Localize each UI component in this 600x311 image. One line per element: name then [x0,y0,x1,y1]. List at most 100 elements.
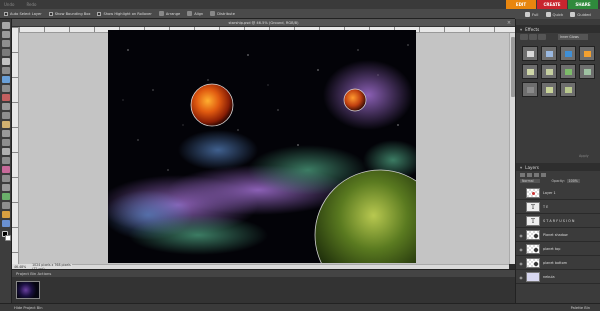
magic-wand-tool-icon[interactable] [2,76,10,83]
visibility-eye-icon[interactable] [518,201,524,214]
project-bin-header[interactable]: Project Bin Actions [12,269,515,277]
document-image[interactable] [108,30,416,263]
blur-tool-icon[interactable] [2,184,10,191]
lasso-tool-icon[interactable] [2,67,10,74]
opacity-field[interactable]: 100% [566,178,580,183]
quick-icon [545,11,551,17]
effect-swatch[interactable] [541,46,557,61]
layer-row[interactable]: ◉ nebula [516,271,600,284]
effects-category-select[interactable]: Inner Glows [558,34,588,40]
tab-create[interactable]: CREATE [537,0,567,9]
crop-tool-icon[interactable] [2,202,10,209]
clone-tool-icon[interactable] [2,112,10,119]
layer-styles-tab-icon[interactable] [529,34,537,40]
visibility-eye-icon[interactable]: ◉ [518,229,524,242]
effect-swatch[interactable] [522,82,538,97]
layer-row[interactable]: T T E [516,201,600,214]
marquee-tool-icon[interactable] [2,58,10,65]
checkbox-icon[interactable] [4,11,8,16]
sponge-tool-icon[interactable] [2,193,10,200]
adjustment-layer-icon[interactable] [534,172,539,177]
collapse-arrow-icon[interactable]: ▾ [520,27,522,32]
recompose-tool-icon[interactable] [2,211,10,218]
layer-toolbar [520,172,546,177]
align-button[interactable]: Align [187,11,203,16]
bounding-box-option[interactable]: Show Bounding Box [48,11,90,16]
move-tool-icon[interactable] [2,22,10,29]
distribute-button[interactable]: Distribute [210,11,235,16]
new-layer-icon[interactable] [520,172,525,177]
space-scene-image [108,30,416,263]
visibility-eye-icon[interactable]: ◉ [518,271,524,284]
guided-edit-button[interactable]: Guided [570,11,591,17]
eyedropper-tool-icon[interactable] [2,49,10,56]
effect-swatch[interactable] [560,64,576,79]
quick-edit-button[interactable]: Quick [545,11,563,17]
filters-tab-icon[interactable] [520,34,528,40]
effect-swatch[interactable] [560,82,576,97]
workspace-buttons: Full Quick Guided [515,9,600,19]
hide-project-bin-button[interactable]: Hide Project Bin [14,306,43,310]
effects-panel-header[interactable]: ▾ Effects [516,25,600,33]
layers-panel-header[interactable]: ▾ Layers [516,163,600,171]
ruler-vertical [12,27,19,264]
layer-dot-icon [534,262,538,266]
layer-thumbnail [526,272,540,282]
photo-effects-tab-icon[interactable] [538,34,546,40]
smart-brush-tool-icon[interactable] [2,139,10,146]
undo-button[interactable]: Undo [4,2,14,7]
checkbox-icon[interactable] [97,11,102,16]
zoom-tool-icon[interactable] [2,31,10,38]
effect-swatch[interactable] [522,64,538,79]
pencil-tool-icon[interactable] [2,148,10,155]
text-layer-icon: T [526,216,540,226]
layer-row[interactable]: ◉ Planet shadow [516,229,600,242]
bin-image-thumbnail[interactable] [16,281,40,299]
effect-swatch[interactable] [522,46,538,61]
effect-swatch[interactable] [541,64,557,79]
new-group-icon[interactable] [527,172,532,177]
visibility-eye-icon[interactable] [518,215,524,228]
layer-row[interactable]: Layer 1 [516,187,600,200]
tab-share[interactable]: SHARE [568,0,598,9]
layer-row[interactable]: ◉ planet bottom [516,257,600,270]
effect-swatch[interactable] [579,46,595,61]
tab-edit[interactable]: EDIT [506,0,536,9]
layer-thumbnail [526,258,540,268]
auto-select-option[interactable]: Auto Select Layer [4,11,42,16]
document-tab[interactable]: starship.psd @ 46.5% (Ground, RGB/8) × [12,19,515,27]
visibility-eye-icon[interactable]: ◉ [518,243,524,256]
arrange-button[interactable]: Arrange [158,11,180,16]
hand-tool-icon[interactable] [2,40,10,47]
gradient-tool-icon[interactable] [2,166,10,173]
collapse-arrow-icon[interactable]: ▾ [520,165,522,170]
shape-tool-icon[interactable] [2,175,10,182]
layer-row[interactable]: ◉ planet top [516,243,600,256]
zoom-readout[interactable]: 46.48% [14,265,26,269]
layer-thumbnail [526,244,540,254]
visibility-eye-icon[interactable] [518,187,524,200]
apply-effect-button[interactable]: Apply [579,154,589,158]
full-edit-button[interactable]: Full [525,11,539,17]
healing-tool-icon[interactable] [2,103,10,110]
background-color-icon[interactable] [5,235,11,241]
red-eye-tool-icon[interactable] [2,94,10,101]
selection-brush-tool-icon[interactable] [2,85,10,92]
visibility-eye-icon[interactable]: ◉ [518,257,524,270]
brush-tool-icon[interactable] [2,130,10,137]
effect-swatch[interactable] [579,64,595,79]
redo-button[interactable]: Redo [26,2,36,7]
close-icon[interactable]: × [506,20,512,26]
eraser-tool-icon[interactable] [2,121,10,128]
effect-swatch[interactable] [541,82,557,97]
paint-bucket-tool-icon[interactable] [2,157,10,164]
straighten-tool-icon[interactable] [2,220,10,227]
menu-bar: Undo Redo EDIT CREATE SHARE [0,0,600,9]
layer-row[interactable]: T S T A R F U S I O N [516,215,600,228]
blend-mode-select[interactable]: Normal [520,178,540,183]
effect-swatch[interactable] [560,46,576,61]
delete-layer-icon[interactable] [541,172,546,177]
highlight-option[interactable]: Show Highlight on Rollover [97,11,152,16]
checkbox-icon[interactable] [48,11,53,16]
palette-bin-button[interactable]: Palette Bin [571,306,590,310]
